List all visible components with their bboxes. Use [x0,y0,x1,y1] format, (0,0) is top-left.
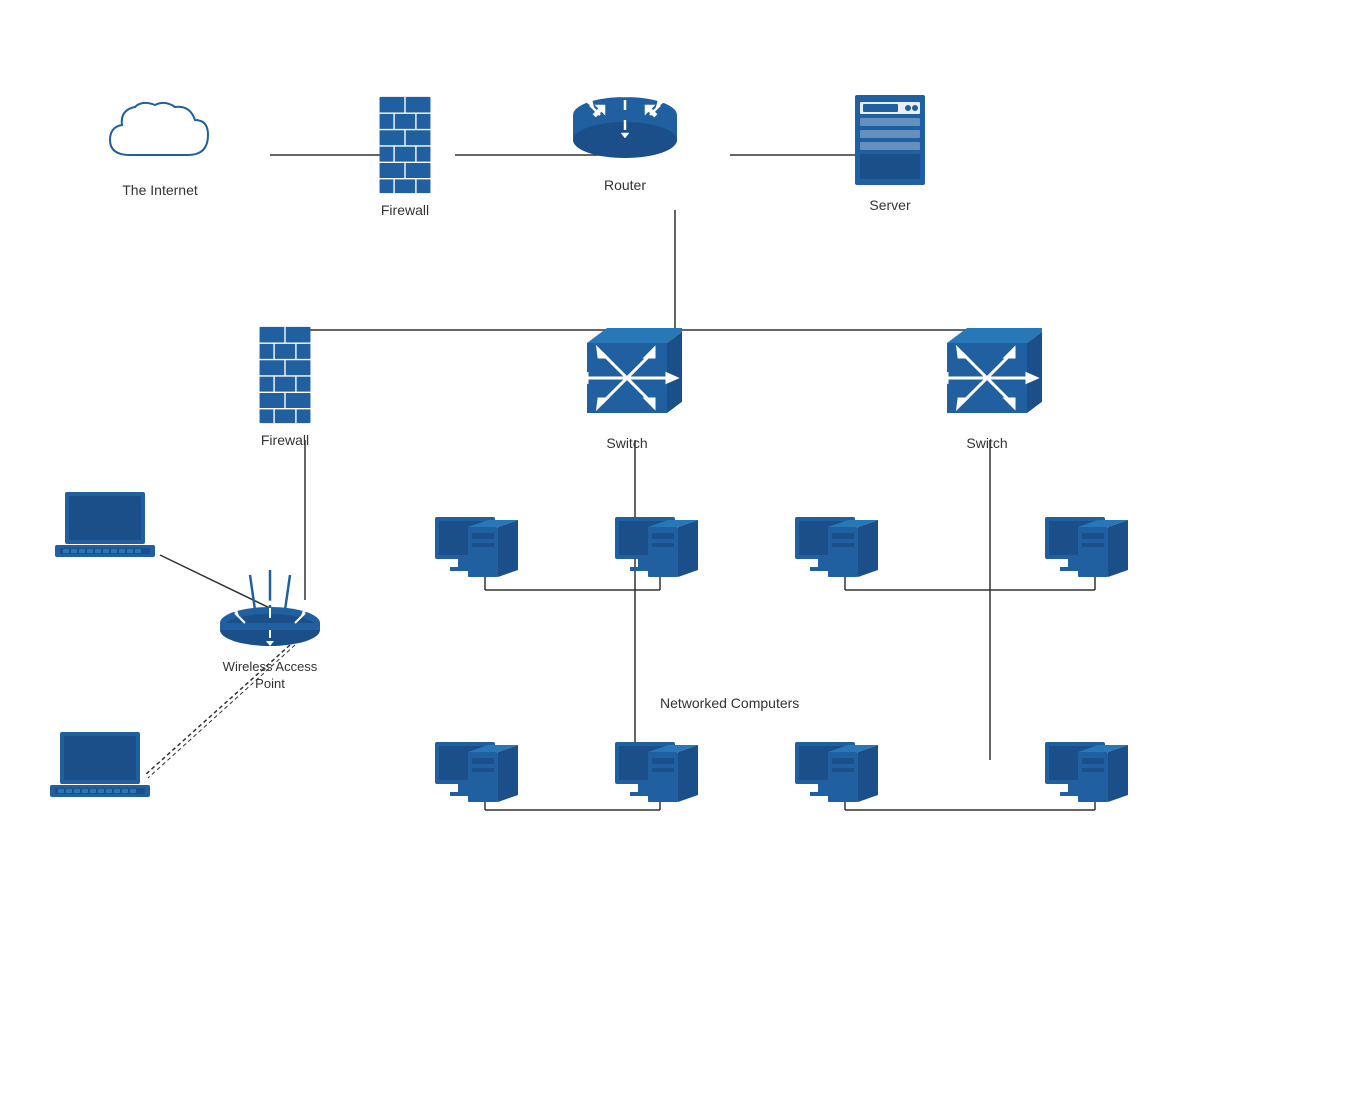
server-icon [850,90,930,190]
firewall2-label: Firewall [261,431,309,449]
pc6-icon [610,740,700,820]
router-label: Router [604,176,646,194]
pc3-node [790,515,880,595]
firewall2-icon [255,325,315,425]
wap-label: Wireless AccessPoint [223,659,318,693]
switch1-node: Switch [572,318,682,452]
firewall2-node: Firewall [255,325,315,449]
laptop2-icon [50,730,150,805]
pc7-node [790,740,880,820]
firewall1-icon [375,95,435,195]
switch2-label: Switch [966,434,1007,452]
pc1-icon [430,515,520,595]
pc8-node [1040,740,1130,820]
wap-icon [215,565,325,655]
laptop2-node [50,730,150,805]
cloud-icon [100,95,220,175]
pc8-icon [1040,740,1130,820]
pc5-icon [430,740,520,820]
laptop1-icon [55,490,155,565]
pc3-icon [790,515,880,595]
router-icon [570,90,680,170]
pc4-node [1040,515,1130,595]
firewall1-label: Firewall [381,201,429,219]
laptop1-node [55,490,155,565]
internet-label: The Internet [122,181,198,199]
pc4-icon [1040,515,1130,595]
router-node: Router [570,90,680,194]
internet-node: The Internet [100,95,220,199]
network-diagram: The Internet Firewall [0,0,1360,1120]
pc6-node [610,740,700,820]
switch2-icon [932,318,1042,428]
switch2-node: Switch [932,318,1042,452]
switch1-icon [572,318,682,428]
server-label: Server [869,196,910,214]
networked-computers-label: Networked Computers [660,695,799,711]
firewall1-node: Firewall [375,95,435,219]
wap-node: Wireless AccessPoint [215,565,325,693]
server-node: Server [850,90,930,214]
pc2-icon [610,515,700,595]
pc5-node [430,740,520,820]
pc7-icon [790,740,880,820]
pc1-node [430,515,520,595]
switch1-label: Switch [606,434,647,452]
pc2-node [610,515,700,595]
